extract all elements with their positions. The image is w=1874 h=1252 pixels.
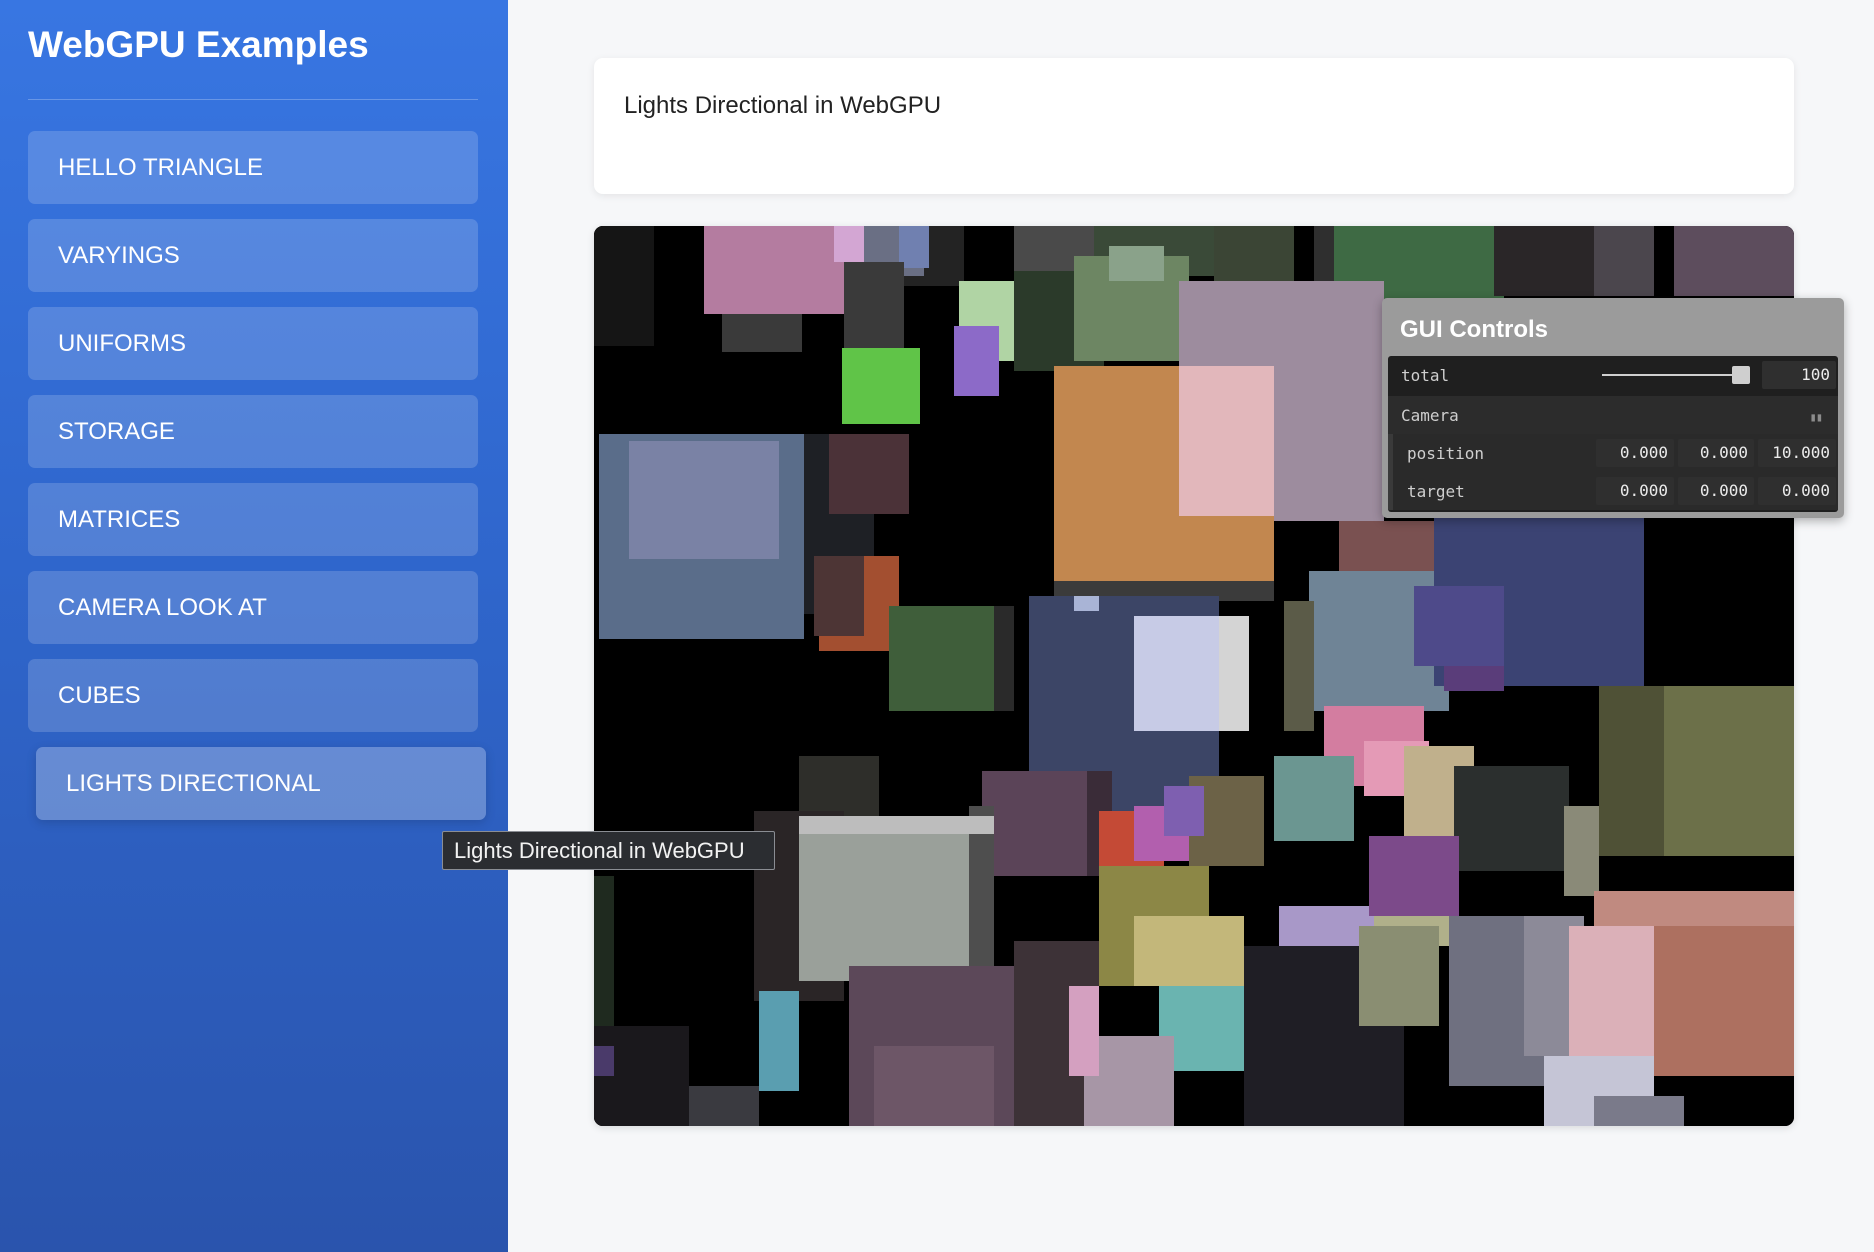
- camera-folder-label: Camera: [1401, 405, 1459, 425]
- gui-title: GUI Controls: [1400, 316, 1548, 343]
- description-text: Lights Directional in WebGPU: [624, 92, 942, 119]
- nav-item-lights-directional[interactable]: LIGHTS DIRECTIONAL: [36, 747, 486, 820]
- total-slider-thumb[interactable]: [1732, 366, 1750, 384]
- target-control: target 0.000 0.000 0.000: [1388, 472, 1838, 510]
- sidebar-title: WebGPU Examples: [28, 24, 369, 65]
- nav-item-cubes[interactable]: CUBES: [28, 659, 478, 732]
- folder-indent: [1388, 434, 1393, 472]
- gui-controls-panel: GUI Controls total 100 Camera ▮▮ positio…: [1382, 298, 1844, 518]
- nav-item-storage[interactable]: STORAGE: [28, 395, 478, 468]
- total-slider-track[interactable]: [1602, 374, 1742, 376]
- description-card: Lights Directional in WebGPU: [594, 58, 1794, 194]
- camera-folder-header[interactable]: Camera ▮▮: [1388, 396, 1838, 434]
- nav-item-matrices[interactable]: MATRICES: [28, 483, 478, 556]
- nav-item-hello-triangle[interactable]: HELLO TRIANGLE: [28, 131, 478, 204]
- nav-item-varyings[interactable]: VARYINGS: [28, 219, 478, 292]
- total-label: total: [1401, 365, 1450, 385]
- target-y-input[interactable]: 0.000: [1678, 477, 1754, 505]
- tooltip: Lights Directional in WebGPU: [442, 831, 775, 870]
- position-x-input[interactable]: 0.000: [1596, 439, 1674, 467]
- sidebar-divider: [28, 99, 478, 100]
- total-control: total 100: [1388, 356, 1838, 394]
- total-value[interactable]: 100: [1762, 361, 1836, 389]
- position-y-input[interactable]: 0.000: [1678, 439, 1754, 467]
- position-z-input[interactable]: 10.000: [1758, 439, 1836, 467]
- sidebar: WebGPU Examples HELLO TRIANGLE VARYINGS …: [0, 0, 508, 1252]
- nav-item-uniforms[interactable]: UNIFORMS: [28, 307, 478, 380]
- gui-body: total 100 Camera ▮▮ position 0.000 0.000…: [1388, 356, 1838, 512]
- folder-indent: [1388, 472, 1393, 510]
- target-z-input[interactable]: 0.000: [1758, 477, 1836, 505]
- position-control: position 0.000 0.000 10.000: [1388, 434, 1838, 472]
- position-label: position: [1407, 443, 1485, 463]
- collapse-icon: ▮▮: [1809, 410, 1823, 424]
- nav-item-camera-look-at[interactable]: CAMERA LOOK AT: [28, 571, 478, 644]
- target-x-input[interactable]: 0.000: [1596, 477, 1674, 505]
- target-label: target: [1407, 481, 1465, 501]
